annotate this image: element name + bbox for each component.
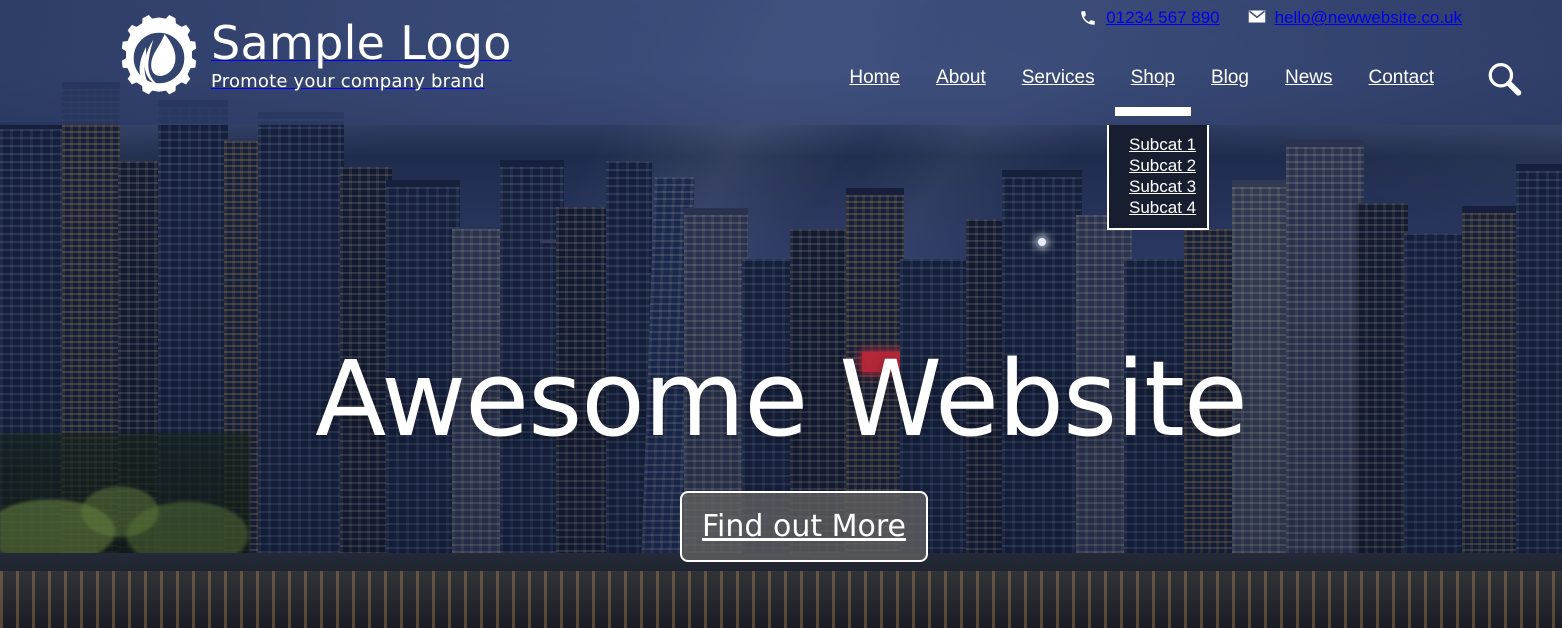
main-navigation: Home About Services Shop Blog News Conta… — [831, 62, 1452, 116]
hero-headline: Awesome Website — [315, 338, 1248, 460]
nav-item-news[interactable]: News — [1267, 62, 1351, 94]
tower-light — [1038, 238, 1046, 246]
website-hero-page: Sample Logo Promote your company brand 0… — [0, 0, 1562, 628]
search-button[interactable] — [1481, 58, 1527, 104]
nav-item-contact[interactable]: Contact — [1351, 62, 1452, 94]
nav-item-about[interactable]: About — [918, 62, 1004, 94]
envelope-icon — [1248, 9, 1266, 27]
logo-title: Sample Logo — [211, 16, 512, 70]
site-logo[interactable]: Sample Logo Promote your company brand — [113, 8, 512, 108]
nav-item-services[interactable]: Services — [1004, 62, 1113, 94]
dropdown-item-subcat-4[interactable]: Subcat 4 — [1109, 192, 1196, 223]
contact-bar: 01234 567 890 hello@newwebsite.co.uk — [1079, 8, 1462, 28]
email-link[interactable]: hello@newwebsite.co.uk — [1248, 8, 1462, 28]
gear-droplet-logo-icon — [113, 8, 205, 108]
promenade-lights — [0, 571, 1562, 628]
search-icon — [1484, 59, 1524, 104]
phone-number: 01234 567 890 — [1106, 8, 1220, 27]
shop-dropdown-menu: Subcat 1 Subcat 2 Subcat 3 Subcat 4 — [1107, 125, 1209, 230]
phone-link[interactable]: 01234 567 890 — [1079, 8, 1220, 28]
site-header: Sample Logo Promote your company brand 0… — [0, 0, 1562, 125]
logo-tagline: Promote your company brand — [211, 71, 485, 92]
email-address: hello@newwebsite.co.uk — [1274, 8, 1462, 27]
nav-item-blog[interactable]: Blog — [1193, 62, 1267, 94]
find-out-more-button[interactable]: Find out More — [680, 491, 928, 562]
phone-icon — [1079, 9, 1097, 27]
nav-item-home[interactable]: Home — [831, 62, 918, 94]
nav-item-shop[interactable]: Shop — [1113, 62, 1193, 116]
